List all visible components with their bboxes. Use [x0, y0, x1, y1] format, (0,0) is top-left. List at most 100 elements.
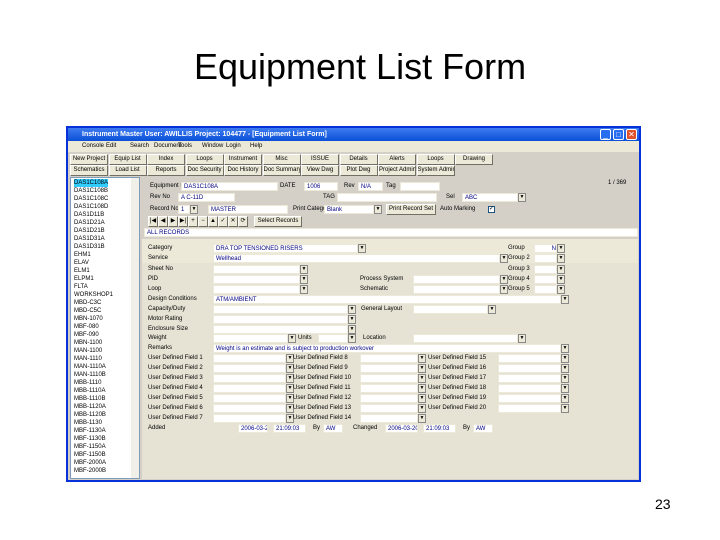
pid-input[interactable]	[213, 275, 300, 284]
dropdown-arrow-icon[interactable]: ▼	[358, 244, 366, 253]
toolbar-button[interactable]: System Admin	[416, 165, 455, 176]
changed-by[interactable]: AW	[473, 424, 493, 433]
toolbar-button[interactable]: Equip List	[108, 154, 147, 165]
list-item[interactable]: DAS1D21A	[74, 219, 105, 227]
list-item[interactable]: DAS1D31B	[74, 243, 105, 251]
maximize-button[interactable]: □	[613, 129, 624, 140]
udf-input[interactable]	[213, 384, 286, 393]
added-time[interactable]: 21:09:03	[273, 424, 306, 433]
location-input[interactable]	[413, 334, 518, 343]
dropdown-arrow-icon[interactable]: ▼	[557, 244, 565, 253]
dropdown-arrow-icon[interactable]: ▼	[300, 265, 308, 274]
group-spinner[interactable]	[534, 264, 557, 274]
remarks-input[interactable]: Weight is an estimate and is subject to …	[213, 344, 561, 353]
nav-button[interactable]: ▶	[168, 216, 178, 227]
list-item[interactable]: MBF-090	[74, 331, 99, 339]
list-item[interactable]: FLTA	[74, 283, 88, 291]
list-item[interactable]: DAS1C108B	[74, 187, 108, 195]
service-input[interactable]: Wellhead	[213, 254, 500, 263]
list-item[interactable]: MBB-1130	[74, 419, 102, 427]
udf-input[interactable]	[498, 404, 561, 413]
group-spinner[interactable]	[534, 285, 557, 295]
category-input[interactable]: DRA TOP TENSIONED RISERS	[213, 244, 358, 253]
list-item[interactable]: MBD-C5C	[74, 307, 101, 315]
select-records-button[interactable]: Select Records	[254, 216, 302, 227]
rev-input[interactable]: N/A	[358, 182, 383, 191]
dropdown-arrow-icon[interactable]: ▼	[561, 364, 569, 373]
list-item[interactable]: MAN-1110A	[74, 363, 106, 371]
dropdown-arrow-icon[interactable]: ▼	[561, 295, 569, 304]
list-item[interactable]: ELPM1	[74, 275, 94, 283]
toolbar-button[interactable]: Details	[339, 154, 378, 165]
dropdown-arrow-icon[interactable]: ▼	[557, 254, 565, 264]
list-item[interactable]: MBD-C3C	[74, 299, 101, 307]
udf-input[interactable]	[360, 384, 418, 393]
toolbar-button[interactable]: Load List	[108, 165, 147, 176]
sel-select[interactable]: ABC	[462, 193, 518, 202]
equipment-no-input[interactable]: DAS1C108A	[181, 182, 278, 191]
menu-item-tools[interactable]: Tools	[178, 141, 192, 152]
list-item[interactable]: DAS1C108D	[74, 203, 108, 211]
dropdown-arrow-icon[interactable]: ▼	[561, 384, 569, 393]
toolbar-button[interactable]: Alerts	[378, 154, 416, 165]
dropdown-arrow-icon[interactable]: ▼	[348, 315, 356, 324]
general-layout-input[interactable]	[413, 305, 488, 314]
udf-input[interactable]	[213, 394, 286, 403]
nav-button[interactable]: ✕	[228, 216, 238, 227]
dropdown-arrow-icon[interactable]: ▼	[418, 374, 426, 383]
dropdown-arrow-icon[interactable]: ▼	[418, 354, 426, 363]
sheet_no-input[interactable]	[213, 265, 300, 274]
dropdown-arrow-icon[interactable]: ▼	[500, 275, 508, 284]
dropdown-arrow-icon[interactable]: ▼	[518, 334, 526, 343]
dropdown-arrow-icon[interactable]: ▼	[348, 325, 356, 334]
nav-button[interactable]: ▲	[208, 216, 218, 227]
dropdown-arrow-icon[interactable]: ▼	[374, 205, 382, 214]
toolbar-button[interactable]: Loops	[416, 154, 455, 165]
capacity-input[interactable]	[213, 305, 348, 314]
list-item[interactable]: MBB-1110	[74, 379, 101, 387]
dropdown-arrow-icon[interactable]: ▼	[288, 334, 296, 343]
print-category-select[interactable]: Blank	[324, 205, 374, 214]
master-input[interactable]: MASTER	[208, 205, 288, 214]
dropdown-arrow-icon[interactable]: ▼	[348, 305, 356, 314]
nav-button[interactable]: −	[198, 216, 208, 227]
close-button[interactable]: ✕	[626, 129, 637, 140]
dropdown-arrow-icon[interactable]: ▼	[418, 394, 426, 403]
udf-input[interactable]	[360, 364, 418, 373]
list-item[interactable]: MBN-1070	[74, 315, 103, 323]
toolbar-button[interactable]: New Project	[70, 154, 108, 165]
dropdown-arrow-icon[interactable]: ▼	[557, 285, 565, 295]
udf-input[interactable]	[360, 354, 418, 363]
loop-input[interactable]	[213, 285, 300, 294]
toolbar-button[interactable]: Doc History	[224, 165, 262, 176]
menu-item-search[interactable]: Search	[130, 141, 149, 152]
udf-input[interactable]	[213, 404, 286, 413]
schematic-input[interactable]	[413, 285, 500, 294]
udf-input[interactable]	[360, 404, 418, 413]
udf-input[interactable]	[360, 374, 418, 383]
dropdown-arrow-icon[interactable]: ▼	[561, 394, 569, 403]
nav-button[interactable]: +	[188, 216, 198, 227]
menu-item-edit[interactable]: Edit	[106, 141, 116, 152]
list-item[interactable]: DAS1C108A	[74, 179, 109, 187]
dropdown-arrow-icon[interactable]: ▼	[557, 264, 565, 274]
list-item[interactable]: WORKSHOP1	[74, 291, 113, 299]
added-date[interactable]: 2006-03-20	[238, 424, 268, 433]
list-item[interactable]: DAS1D31A	[74, 235, 105, 243]
list-item[interactable]: MBB-1120B	[74, 411, 106, 419]
record-no-spinner[interactable]: 1	[178, 205, 190, 214]
toolbar-button[interactable]: Index	[147, 154, 185, 165]
toolbar-button[interactable]: Misc	[262, 154, 301, 165]
dropdown-arrow-icon[interactable]: ▼	[500, 254, 508, 263]
dropdown-arrow-icon[interactable]: ▼	[500, 285, 508, 294]
print-record-set-button[interactable]: Print Record Set	[386, 204, 436, 215]
date-input[interactable]: 1006	[304, 182, 338, 191]
nav-button[interactable]: ▶|	[178, 216, 188, 227]
revision-input[interactable]: A C-11D	[178, 193, 235, 202]
nav-button[interactable]: |◀	[148, 216, 158, 227]
tag-input[interactable]	[400, 182, 440, 191]
list-item[interactable]: MBF-2000B	[74, 467, 106, 475]
dropdown-arrow-icon[interactable]: ▼	[518, 193, 526, 202]
menu-item-help[interactable]: Help	[250, 141, 262, 152]
udf-input[interactable]	[360, 414, 418, 423]
